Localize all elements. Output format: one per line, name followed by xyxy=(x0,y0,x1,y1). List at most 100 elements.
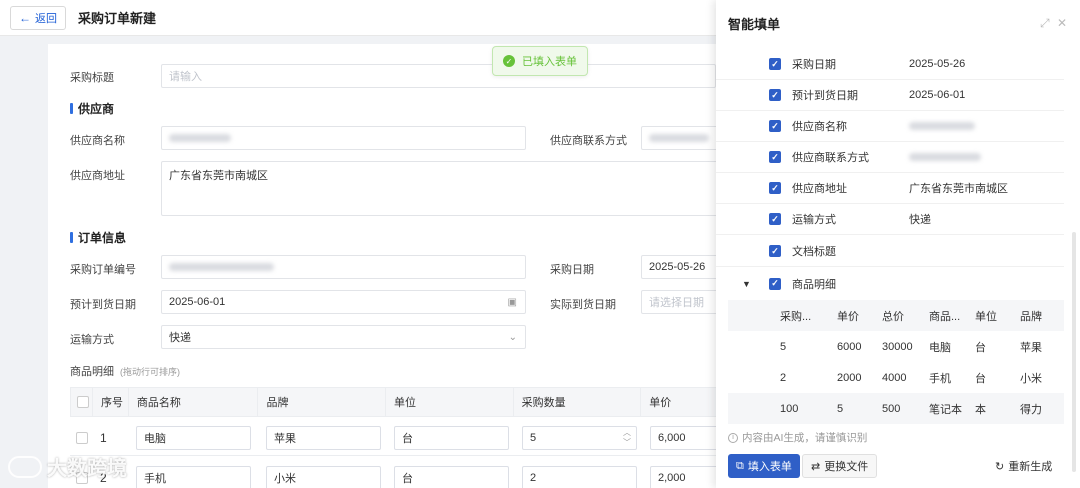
unit-input[interactable]: 台 xyxy=(394,425,509,450)
fill-form-label: 填入表单 xyxy=(747,461,792,473)
field-item[interactable]: ✓ 供应商联系方式 xyxy=(716,142,1064,173)
detail-cell: 得力 xyxy=(1020,403,1042,416)
expand-icon[interactable]: ⤢ xyxy=(1040,16,1050,31)
actual-date-label: 实际到货日期 xyxy=(550,299,616,311)
detail-col: 商品... xyxy=(929,310,961,323)
actual-date-placeholder: 请选择日期 xyxy=(649,297,704,309)
checkbox-checked-icon[interactable]: ✓ xyxy=(769,120,781,132)
detail-cell: 4000 xyxy=(882,371,907,384)
order-no-input[interactable] xyxy=(161,255,526,279)
qty-stepper[interactable]: 2 xyxy=(522,465,637,488)
product-name-input[interactable]: 手机 xyxy=(136,465,251,488)
regenerate-button[interactable]: ↻ 重新生成 xyxy=(995,454,1052,478)
col-brand: 品牌 xyxy=(258,388,387,416)
field-item[interactable]: ✓ 运输方式 快递 xyxy=(716,204,1064,235)
info-icon: i xyxy=(728,432,738,443)
expected-date-label: 预计到货日期 xyxy=(70,299,136,311)
close-icon[interactable]: ✕ xyxy=(1057,16,1067,30)
brand-input[interactable]: 小米 xyxy=(266,465,381,488)
field-value: 2025-06-01 xyxy=(909,89,966,101)
checkbox-checked-icon[interactable]: ✓ xyxy=(769,213,781,225)
checkbox-checked-icon[interactable]: ✓ xyxy=(769,277,781,290)
stepper-arrows-icon[interactable]: ︿ ﹀ xyxy=(623,428,631,448)
shipping-select[interactable]: 快递 ⌄ xyxy=(161,325,526,349)
detail-col: 品牌 xyxy=(1020,310,1042,323)
items-hint: (拖动行可排序) xyxy=(120,366,180,377)
redacted-value xyxy=(169,263,274,271)
calendar-icon: ▣ xyxy=(507,296,517,308)
detail-cell: 5 xyxy=(837,402,844,415)
shipping-label: 运输方式 xyxy=(70,334,114,346)
field-item[interactable]: ✓ 采购日期 2025-05-26 xyxy=(716,49,1064,80)
redacted-value xyxy=(169,134,231,142)
caret-down-icon[interactable]: ▼ xyxy=(742,279,751,289)
replace-file-label: 更换文件 xyxy=(824,461,869,473)
field-item[interactable]: ✓ 预计到货日期 2025-06-01 xyxy=(716,80,1064,111)
checkbox-checked-icon[interactable]: ✓ xyxy=(769,245,781,257)
field-label: 商品明细 xyxy=(792,278,836,291)
watermark-logo-icon xyxy=(8,455,42,478)
detail-cell: 500 xyxy=(882,402,901,415)
col-unit: 单位 xyxy=(386,388,514,416)
checkbox-checked-icon[interactable]: ✓ xyxy=(769,89,781,101)
replace-file-button[interactable]: ⇄ 更换文件 xyxy=(802,454,878,478)
price-input[interactable]: 6,000 xyxy=(650,425,716,450)
field-label: 预计到货日期 xyxy=(792,90,858,102)
title-label: 采购标题 xyxy=(70,72,114,84)
select-all-checkbox[interactable] xyxy=(77,396,89,408)
qty-stepper[interactable]: 5 ︿ ﹀ xyxy=(522,425,637,450)
field-label: 供应商联系方式 xyxy=(792,152,869,164)
swap-icon: ⇄ xyxy=(811,460,821,473)
field-item-details[interactable]: ▼ ✓ 商品明细 xyxy=(716,268,1064,299)
toast-text: 已填入表单 xyxy=(522,56,577,68)
field-label: 采购日期 xyxy=(792,59,836,71)
price-input[interactable]: 2,000 xyxy=(650,465,716,488)
detail-cell: 2000 xyxy=(837,371,862,384)
detail-cell: 6000 xyxy=(837,340,862,353)
purchase-date-label: 采购日期 xyxy=(550,264,594,276)
detail-cell: 5 xyxy=(780,340,787,353)
regenerate-label: 重新生成 xyxy=(1008,461,1053,473)
section-supplier-title: 供应商 xyxy=(78,102,115,116)
watermark-text: 大数跨境 xyxy=(47,456,127,480)
col-no: 序号 xyxy=(93,388,129,416)
detail-cell: 100 xyxy=(780,402,799,415)
supplier-contact-input[interactable] xyxy=(641,126,716,150)
shipping-value: 快递 xyxy=(169,332,191,344)
checkbox-checked-icon[interactable]: ✓ xyxy=(769,58,781,70)
redacted-value xyxy=(909,153,981,161)
table-row: 1 电脑 苹果 台 5 ︿ ﹀ 6,000 xyxy=(70,420,716,456)
section-supplier: 供应商 xyxy=(70,100,114,117)
field-value: 2025-05-26 xyxy=(909,58,966,70)
col-qty: 采购数量 xyxy=(514,388,642,416)
detail-header-row: 采购... 单价 总价 商品... 单位 品牌 xyxy=(728,300,1064,331)
fill-form-button[interactable]: ⧉ 填入表单 xyxy=(728,454,800,478)
product-name-input[interactable]: 电脑 xyxy=(136,425,251,450)
checkbox-checked-icon[interactable]: ✓ xyxy=(769,182,781,194)
field-item[interactable]: ✓ 供应商地址 广东省东莞市南城区 xyxy=(716,173,1064,204)
unit-input[interactable]: 台 xyxy=(394,465,509,488)
field-item[interactable]: ✓ 供应商名称 xyxy=(716,111,1064,142)
field-item[interactable]: ✓ 文档标题 xyxy=(716,236,1064,267)
detail-row: 2 2000 4000 手机 台 小米 xyxy=(728,362,1064,393)
detail-col: 单价 xyxy=(837,310,859,323)
field-label: 供应商名称 xyxy=(792,121,847,133)
purchase-date-input[interactable]: 2025-05-26 xyxy=(641,255,716,279)
supplier-name-input[interactable] xyxy=(161,126,526,150)
actual-date-input[interactable]: 请选择日期 xyxy=(641,290,716,314)
detail-col: 总价 xyxy=(882,310,904,323)
arrow-left-icon: ← xyxy=(19,10,31,25)
supplier-address-textarea[interactable]: 广东省东莞市南城区 xyxy=(161,161,716,216)
expected-date-input[interactable]: 2025-06-01 ▣ xyxy=(161,290,526,314)
back-button[interactable]: ← 返回 xyxy=(10,5,66,30)
row-checkbox[interactable] xyxy=(76,431,88,444)
field-value: 快递 xyxy=(909,214,931,226)
detail-col: 单位 xyxy=(975,310,997,323)
checkbox-checked-icon[interactable]: ✓ xyxy=(769,151,781,163)
top-bar: ← 返回 采购订单新建 xyxy=(0,0,716,36)
title-input[interactable]: 请输入 xyxy=(161,64,716,88)
detail-table: 采购... 单价 总价 商品... 单位 品牌 5 6000 30000 电脑 … xyxy=(728,300,1064,424)
panel-scrollbar[interactable] xyxy=(1072,232,1076,472)
brand-input[interactable]: 苹果 xyxy=(266,425,381,450)
field-value: 广东省东莞市南城区 xyxy=(909,183,1008,195)
